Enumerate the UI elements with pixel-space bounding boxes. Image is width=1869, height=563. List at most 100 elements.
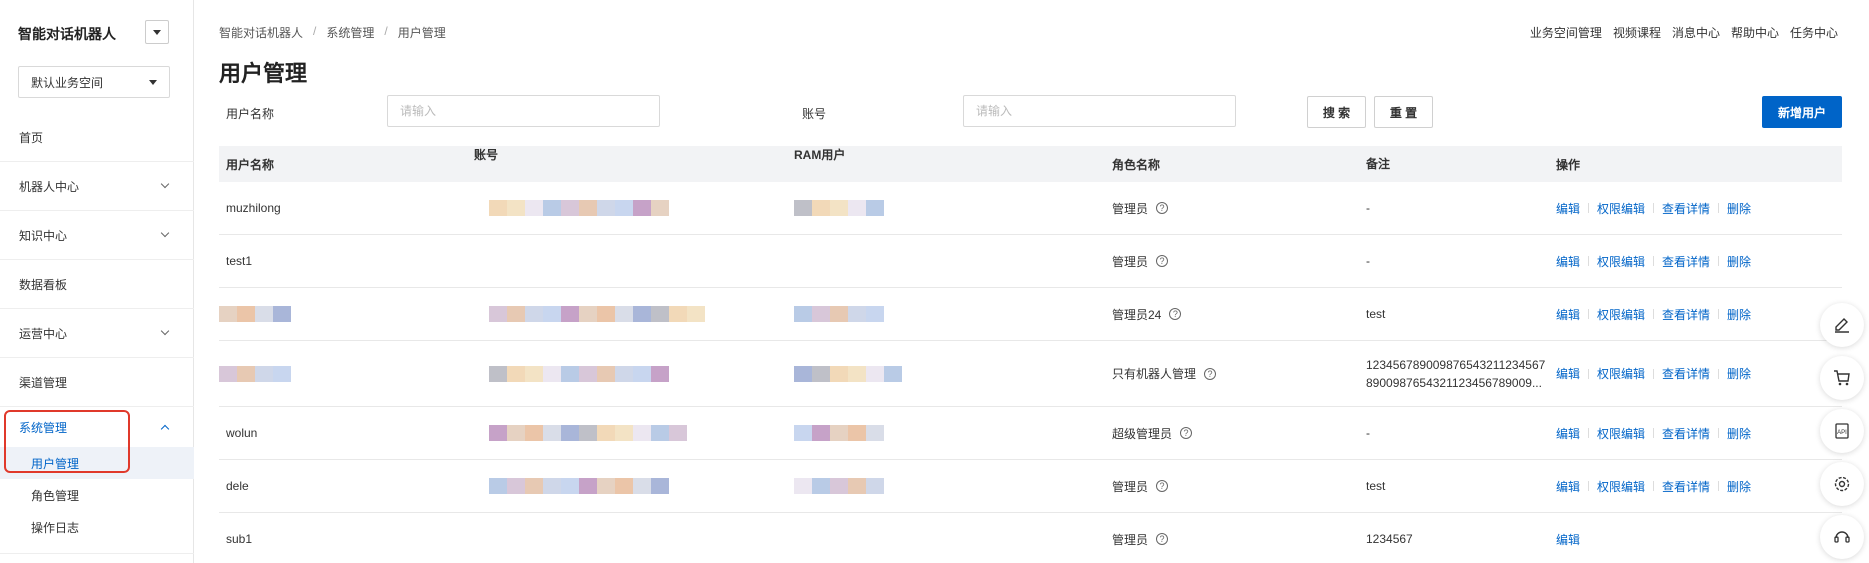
username-input[interactable] xyxy=(387,95,660,127)
redacted-mosaic xyxy=(794,200,884,216)
cell-ram-user xyxy=(794,235,1112,287)
api-icon: API xyxy=(1835,423,1849,439)
help-icon[interactable]: ? xyxy=(1156,533,1169,545)
reset-button[interactable]: 重 置 xyxy=(1374,96,1433,128)
edit-float-button[interactable] xyxy=(1820,303,1864,347)
sidebar-item-label: 运营中心 xyxy=(19,326,68,341)
permission-edit-link[interactable]: 权限编辑 xyxy=(1597,478,1645,495)
permission-edit-link[interactable]: 权限编辑 xyxy=(1597,200,1645,217)
permission-edit-link[interactable]: 权限编辑 xyxy=(1597,425,1645,442)
edit-link[interactable]: 编辑 xyxy=(1556,253,1580,270)
edit-link[interactable]: 编辑 xyxy=(1556,306,1580,323)
delete-link[interactable]: 删除 xyxy=(1727,253,1751,270)
edit-link[interactable]: 编辑 xyxy=(1556,531,1580,548)
divider xyxy=(1588,481,1590,491)
delete-link[interactable]: 删除 xyxy=(1727,200,1751,217)
cell-username: dele xyxy=(226,479,249,493)
view-details-link[interactable]: 查看详情 xyxy=(1662,306,1710,323)
api-float-button[interactable]: API xyxy=(1820,409,1864,453)
collapse-button[interactable] xyxy=(145,20,169,44)
remark-line: - xyxy=(1366,426,1370,440)
breadcrumb-item[interactable]: 智能对话机器人 xyxy=(219,24,303,41)
sidebar-item-bot-center[interactable]: 机器人中心 xyxy=(0,162,194,211)
support-float-button[interactable] xyxy=(1820,515,1864,559)
cell-actions: 编辑 权限编辑 查看详情 删除 xyxy=(1556,306,1842,323)
cell-username: wolun xyxy=(226,426,258,440)
edit-link[interactable]: 编辑 xyxy=(1556,478,1580,495)
cell-account xyxy=(474,288,794,340)
sidebar-item-channels[interactable]: 渠道管理 xyxy=(0,358,194,407)
workspace-value: 默认业务空间 xyxy=(31,75,104,90)
delete-link[interactable]: 删除 xyxy=(1727,425,1751,442)
edit-link[interactable]: 编辑 xyxy=(1556,365,1580,382)
cell-role: 管理员24? xyxy=(1112,306,1366,323)
help-icon[interactable]: ? xyxy=(1169,308,1182,320)
remark-line: 89009876543211234567890​09... xyxy=(1366,375,1542,390)
sidebar-item-home[interactable]: 首页 xyxy=(0,113,194,162)
cell-actions: 编辑 xyxy=(1556,531,1842,548)
role-name: 管理员24 xyxy=(1112,307,1162,322)
help-icon[interactable]: ? xyxy=(1156,202,1169,214)
help-icon[interactable]: ? xyxy=(1204,367,1217,380)
link-help[interactable]: 帮助中心 xyxy=(1731,24,1779,41)
redacted-mosaic xyxy=(794,306,884,322)
caret-down-icon xyxy=(153,29,161,35)
cell-role: 超级管理员? xyxy=(1112,425,1366,442)
redacted-mosaic xyxy=(794,425,884,441)
help-icon[interactable]: ? xyxy=(1180,427,1193,439)
edit-link[interactable]: 编辑 xyxy=(1556,200,1580,217)
cell-account xyxy=(474,460,794,512)
redacted-mosaic xyxy=(794,478,884,494)
account-input[interactable] xyxy=(963,95,1236,127)
breadcrumb-separator: / xyxy=(313,24,317,38)
sidebar-subitem-roles[interactable]: 角色管理 xyxy=(0,479,194,511)
page-title: 用户管理 xyxy=(219,61,308,86)
app-title: 智能对话机器人 xyxy=(18,26,116,42)
sidebar-subitem-users[interactable]: 用户管理 xyxy=(0,447,194,479)
workspace-select[interactable]: 默认业务空间 xyxy=(18,66,170,98)
help-icon[interactable]: ? xyxy=(1156,480,1169,492)
view-details-link[interactable]: 查看详情 xyxy=(1662,365,1710,382)
link-workspace-mgmt[interactable]: 业务空间管理 xyxy=(1530,24,1602,41)
cell-username xyxy=(219,288,474,340)
sidebar-item-dashboard[interactable]: 数据看板 xyxy=(0,260,194,309)
delete-link[interactable]: 删除 xyxy=(1727,306,1751,323)
delete-link[interactable]: 删除 xyxy=(1727,365,1751,382)
cell-actions: 编辑 权限编辑 查看详情 删除 xyxy=(1556,253,1842,270)
breadcrumb-item: 用户管理 xyxy=(397,26,446,40)
help-icon[interactable]: ? xyxy=(1156,255,1169,267)
view-details-link[interactable]: 查看详情 xyxy=(1662,478,1710,495)
permission-edit-link[interactable]: 权限编辑 xyxy=(1597,306,1645,323)
link-messages[interactable]: 消息中心 xyxy=(1672,24,1720,41)
breadcrumb-item[interactable]: 系统管理 xyxy=(326,24,374,41)
cell-ram-user xyxy=(794,407,1112,459)
divider xyxy=(1588,256,1590,266)
sidebar-item-operations[interactable]: 运营中心 xyxy=(0,309,194,358)
search-button[interactable]: 搜 索 xyxy=(1307,96,1366,128)
link-tasks[interactable]: 任务中心 xyxy=(1790,24,1838,41)
table-row: test1 管理员? - 编辑 权限编辑 查看详情 删除 xyxy=(219,235,1842,288)
role-name: 管理员 xyxy=(1112,479,1149,494)
remark-line: test xyxy=(1366,307,1386,321)
edit-link[interactable]: 编辑 xyxy=(1556,425,1580,442)
divider xyxy=(1588,203,1590,213)
add-user-button[interactable]: 新增用户 xyxy=(1762,96,1842,128)
permission-edit-link[interactable]: 权限编辑 xyxy=(1597,365,1645,382)
link-video-courses[interactable]: 视频课程 xyxy=(1613,24,1661,41)
chevron-down-icon xyxy=(160,326,170,336)
sidebar-item-knowledge[interactable]: 知识中心 xyxy=(0,211,194,260)
chevron-down-icon xyxy=(160,179,170,189)
permission-edit-link[interactable]: 权限编辑 xyxy=(1597,253,1645,270)
view-details-link[interactable]: 查看详情 xyxy=(1662,425,1710,442)
cart-float-button[interactable] xyxy=(1820,356,1864,400)
divider xyxy=(1588,428,1590,438)
sidebar-subitem-logs[interactable]: 操作日志 xyxy=(0,511,194,543)
delete-link[interactable]: 删除 xyxy=(1727,478,1751,495)
view-details-link[interactable]: 查看详情 xyxy=(1662,253,1710,270)
redacted-mosaic xyxy=(489,200,669,216)
view-details-link[interactable]: 查看详情 xyxy=(1662,200,1710,217)
divider xyxy=(1653,368,1655,379)
settings-float-button[interactable] xyxy=(1820,462,1864,506)
redacted-mosaic xyxy=(489,306,705,322)
sidebar-item-system[interactable]: 系统管理 xyxy=(0,407,194,447)
